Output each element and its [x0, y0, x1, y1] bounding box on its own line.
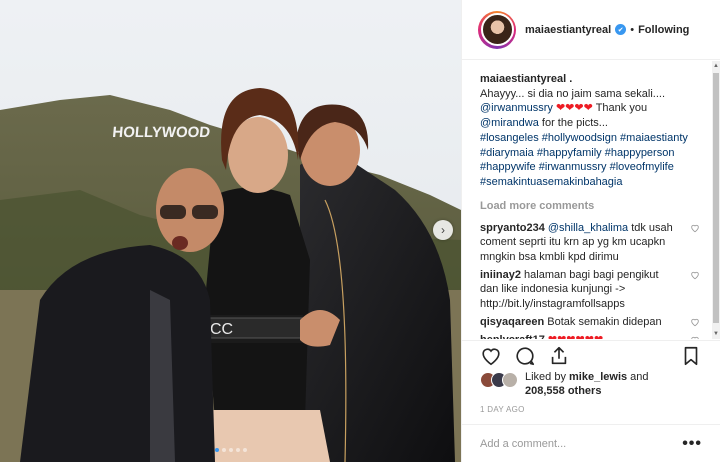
hollywood-sign: HOLLYWOOD [112, 124, 211, 141]
likes-count[interactable]: 208,558 [525, 385, 565, 397]
caption-picts: for the picts... [538, 117, 608, 130]
likes-summary: Liked by mike_lewis and 208,558 others [480, 370, 704, 398]
post-actions [462, 340, 720, 370]
following-button[interactable]: Following [638, 24, 689, 36]
like-comment-heart-icon[interactable] [690, 223, 700, 233]
comment-item: spryanto234 @shilla_khalima tdk usah com… [480, 221, 702, 265]
post-caption: maiaestiantyreal . Ahayyy... si dia no j… [480, 72, 702, 190]
story-ring[interactable] [478, 10, 516, 49]
header-username[interactable]: maiaestiantyreal [525, 24, 611, 36]
comment-bubble-icon[interactable] [514, 345, 536, 367]
add-comment-input[interactable] [480, 437, 683, 450]
comments-list[interactable]: maiaestiantyreal . Ahayyy... si dia no j… [462, 61, 720, 339]
scroll-up-arrow-icon[interactable]: ▲ [712, 61, 720, 71]
load-more-comments-button[interactable]: Load more comments [480, 200, 702, 212]
chevron-right-icon: › [441, 223, 445, 237]
caption-mention-1[interactable]: @irwanmussry [480, 102, 553, 114]
add-comment-bar: ••• [462, 424, 720, 462]
comment-item: qisyaqareen Botak semakin didepan [480, 315, 702, 330]
comment-text: ❤❤❤❤❤❤ [545, 334, 603, 339]
liker-avatar [502, 372, 518, 388]
header-separator: • [630, 23, 635, 36]
share-upload-icon[interactable] [548, 345, 570, 367]
post-side-panel: maiaestiantyreal ✔ • Following maiaestia… [461, 0, 720, 462]
carousel-dot [235, 448, 240, 452]
photo-scene: HOLLYWOOD CC [0, 0, 461, 462]
like-heart-icon[interactable] [480, 345, 502, 367]
carousel-dot [214, 448, 219, 452]
caption-username[interactable]: maiaestiantyreal . [480, 73, 572, 85]
comments-scrollbar[interactable]: ▲ ▼ [712, 61, 720, 339]
post-photo[interactable]: HOLLYWOOD CC › [0, 0, 461, 462]
carousel-dots [214, 448, 247, 452]
liker-avatars[interactable] [480, 372, 518, 388]
bookmark-icon[interactable] [680, 345, 702, 367]
caption-hashtags[interactable]: #losangeles #hollywoodsign #maiaestianty… [480, 131, 702, 190]
caption-line1: Ahayyy... si dia no jaim sama sekali.... [480, 87, 666, 100]
comment-username[interactable]: henlycraft17 [480, 334, 545, 339]
scrollbar-thumb[interactable] [713, 73, 719, 323]
liked-by-user[interactable]: mike_lewis [569, 371, 627, 383]
carousel-dot [242, 448, 247, 452]
post-timestamp[interactable]: 1 DAY AGO [480, 405, 525, 414]
more-options-icon[interactable]: ••• [682, 435, 702, 453]
carousel-dot [221, 448, 226, 452]
svg-text:CC: CC [210, 321, 233, 338]
comment-item: henlycraft17 ❤❤❤❤❤❤ [480, 333, 702, 339]
liked-by-and: and [627, 371, 649, 383]
like-comment-heart-icon[interactable] [690, 317, 700, 327]
post-header: maiaestiantyreal ✔ • Following [462, 0, 720, 60]
comment-item: iniinay2 halaman bagi bagi pengikut dan … [480, 268, 702, 312]
comment-username[interactable]: spryanto234 [480, 222, 545, 234]
carousel-dot [228, 448, 233, 452]
likes-others[interactable]: others [565, 385, 602, 397]
comment-username[interactable]: iniinay2 [480, 269, 521, 281]
scroll-down-arrow-icon[interactable]: ▼ [712, 329, 720, 339]
caption-hearts: ❤❤❤❤ [555, 102, 593, 115]
comment-text: Botak semakin didepan [544, 315, 662, 328]
comment-username[interactable]: qisyaqareen [480, 316, 544, 328]
avatar[interactable] [480, 13, 514, 46]
caption-thankyou: Thank you [592, 102, 648, 115]
like-comment-heart-icon[interactable] [690, 335, 700, 339]
like-comment-heart-icon[interactable] [690, 270, 700, 280]
verified-badge-icon: ✔ [615, 24, 627, 35]
next-slide-button[interactable]: › [433, 220, 453, 240]
liked-by-prefix: Liked by [525, 371, 570, 383]
comment-mention[interactable]: @shilla_khalima [548, 222, 628, 234]
caption-mention-2[interactable]: @mirandwa [480, 117, 539, 129]
